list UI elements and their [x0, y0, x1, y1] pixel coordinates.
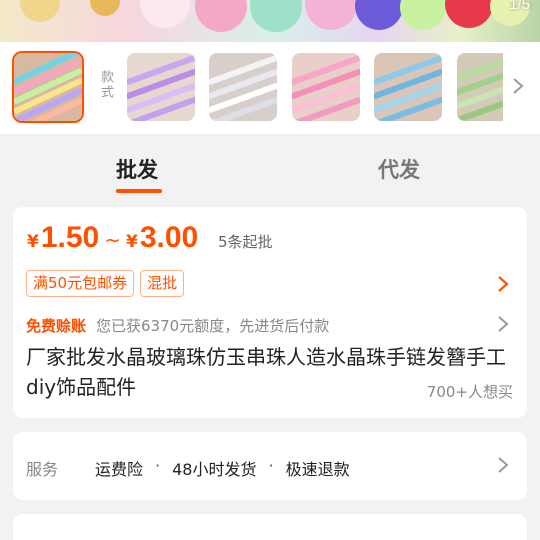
bead-decoration: [20, 0, 60, 22]
product-info-card: ¥ 1.50 ~ ¥ 3.00 5条起批 满50元包邮券 混批 免费赊账 您已获…: [13, 207, 527, 418]
chevron-right-icon[interactable]: [495, 456, 511, 474]
price-high: 3.00: [139, 221, 199, 254]
style-thumb-4[interactable]: [292, 53, 360, 121]
style-thumb-2[interactable]: [127, 53, 195, 121]
service-card[interactable]: 服务 运费险 · 48小时发货 · 极速退款: [13, 432, 527, 500]
service-item: 极速退款: [285, 460, 350, 479]
wants-count: 700+人想买: [426, 383, 513, 401]
chevron-right-icon[interactable]: [508, 76, 528, 96]
bead-decoration: [305, 0, 357, 30]
promo-tag-mixed[interactable]: 混批: [140, 270, 185, 297]
chevron-right-icon[interactable]: [495, 275, 511, 293]
service-item: 运费险: [95, 460, 144, 479]
credit-offer[interactable]: 免费赊账 您已获6370元额度，先进货后付款: [26, 315, 329, 336]
style-thumb-1[interactable]: [12, 51, 84, 123]
bead-decoration: [90, 0, 120, 16]
style-thumb-3[interactable]: [209, 53, 277, 121]
promo-tag-coupon[interactable]: 满50元包邮券: [26, 270, 135, 297]
next-section-card: [13, 514, 527, 540]
tab-dropship[interactable]: 代发: [378, 154, 420, 184]
style-thumb-5[interactable]: [374, 53, 442, 121]
bead-decoration: [355, 0, 403, 30]
product-image-carousel[interactable]: 1/5: [0, 0, 540, 42]
style-label: 款式: [98, 70, 113, 100]
separator-dot: ·: [155, 456, 161, 475]
minimum-order: 5条起批: [218, 233, 273, 251]
bead-decoration: [445, 0, 493, 28]
currency-symbol: ¥: [27, 232, 39, 252]
currency-symbol: ¥: [126, 232, 138, 252]
price-separator: ~: [104, 228, 121, 252]
bead-decoration: [250, 0, 302, 32]
credit-title: 免费赊账: [26, 317, 87, 335]
style-thumbnail-row: 款式: [0, 42, 540, 134]
active-tab-indicator: [116, 189, 162, 193]
service-label: 服务: [26, 460, 59, 479]
image-counter: 1/5: [509, 0, 530, 13]
purchase-mode-tabs: 批发 代发: [0, 134, 540, 200]
bead-decoration: [195, 0, 247, 32]
service-item: 48小时发货: [172, 460, 257, 479]
price-low: 1.50: [40, 221, 100, 254]
tab-wholesale[interactable]: 批发: [116, 154, 158, 184]
bead-decoration: [400, 0, 446, 30]
service-items: 运费险 · 48小时发货 · 极速退款: [95, 456, 350, 480]
price-range: ¥ 1.50 ~ ¥ 3.00: [27, 221, 198, 257]
chevron-right-icon[interactable]: [495, 315, 511, 333]
style-thumb-6[interactable]: [457, 53, 503, 121]
separator-dot: ·: [268, 456, 274, 475]
bead-decoration: [140, 0, 190, 28]
credit-desc: 您已获6370元额度，先进货后付款: [96, 317, 330, 335]
promo-tags[interactable]: 满50元包邮券 混批: [26, 270, 185, 297]
